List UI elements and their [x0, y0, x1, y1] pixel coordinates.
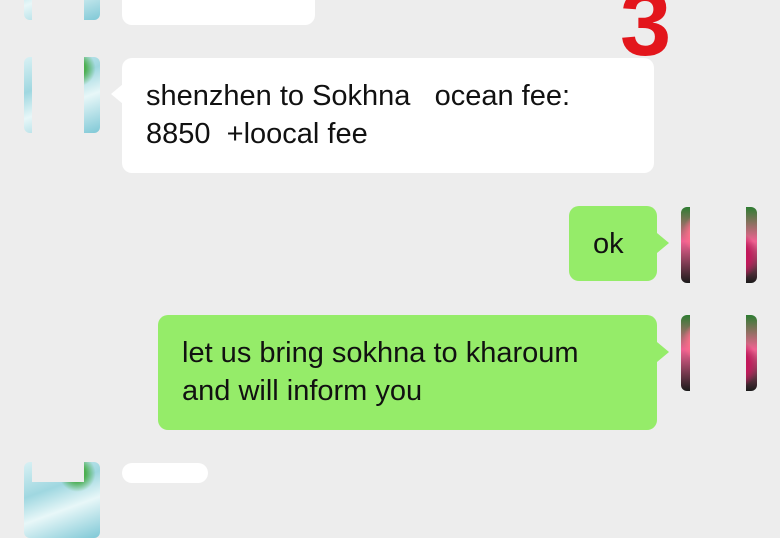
- message-bubble-incoming-partial[interactable]: [122, 0, 315, 25]
- message-text-line: let us bring sokhna to kharoum: [182, 337, 579, 369]
- message-text-line: shenzhen to Sokhna ocean fee:: [146, 80, 571, 112]
- message-bubble-outgoing[interactable]: let us bring sokhna to kharoum and will …: [158, 315, 657, 430]
- message-bubble-outgoing[interactable]: ok: [569, 206, 657, 281]
- message-text-line: ok: [593, 228, 624, 260]
- avatar-mask: [32, 57, 84, 137]
- avatar-mask: [32, 0, 84, 24]
- avatar-mask: [32, 462, 84, 482]
- avatar-mask: [690, 315, 746, 395]
- message-text-line: and will inform you: [182, 375, 423, 407]
- message-text-line: 8850 +loocal fee: [146, 118, 368, 150]
- avatar-mask: [690, 207, 746, 287]
- bubble-tail: [657, 233, 669, 253]
- bubble-tail: [657, 342, 669, 362]
- message-bubble-incoming[interactable]: shenzhen to Sokhna ocean fee: 8850 +looc…: [122, 58, 654, 173]
- message-bubble-incoming-partial[interactable]: [122, 463, 208, 483]
